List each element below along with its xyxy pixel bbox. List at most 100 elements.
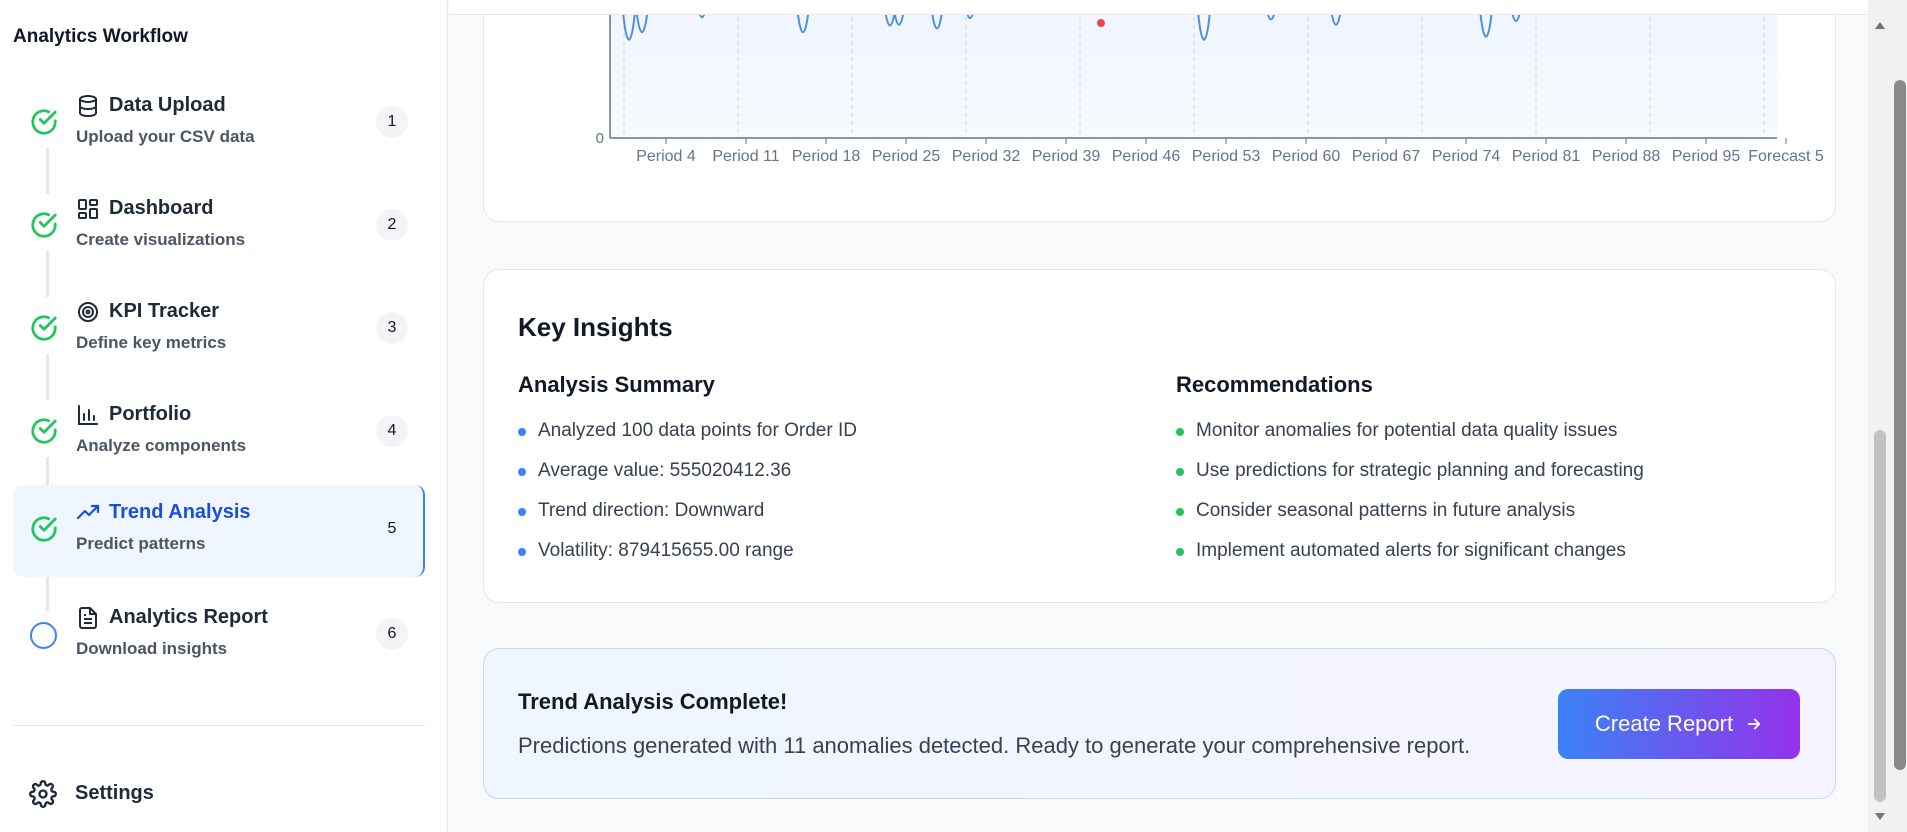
bullet-dot xyxy=(518,428,526,436)
arrow-right-icon xyxy=(1747,718,1761,730)
scrollbar-thumb[interactable] xyxy=(1894,80,1906,770)
step-title: KPI Tracker xyxy=(109,300,220,322)
file-text-icon xyxy=(79,607,97,629)
scrollbar-thumb-lower[interactable] xyxy=(1874,430,1886,802)
bullet-dot xyxy=(1176,468,1184,476)
x-tick-label: Period 39 xyxy=(1032,148,1101,165)
x-tick-label: Period 74 xyxy=(1432,148,1501,165)
trend-line-chart: 0 Period 4 Period 11 Period 18 Period 25 Per… xyxy=(596,0,1824,165)
scroll-down-arrow-icon[interactable] xyxy=(1874,812,1886,822)
step-number-badge: 3 xyxy=(376,312,408,344)
check-circle-icon xyxy=(31,109,57,135)
pending-circle-icon xyxy=(30,622,57,649)
x-axis-ticks: Period 4 Period 11 Period 18 Period 25 Perio… xyxy=(636,138,1824,165)
check-circle-icon xyxy=(31,516,57,542)
x-tick-label: Period 32 xyxy=(952,148,1021,165)
check-circle-icon xyxy=(31,212,57,238)
insights-title: Key Insights xyxy=(518,312,673,342)
step-subtitle: Create visualizations xyxy=(76,230,246,249)
dashboard-grid-icon xyxy=(78,199,98,219)
gear-icon xyxy=(29,780,57,808)
complete-message: Predictions generated with 11 anomalies … xyxy=(518,733,1471,758)
step-number-badge: 5 xyxy=(387,520,397,537)
list-item: Consider seasonal patterns in future ana… xyxy=(1176,500,1644,540)
step-title: Data Upload xyxy=(109,94,226,116)
create-report-button[interactable]: Create Report xyxy=(1558,689,1800,759)
bullet-dot xyxy=(518,508,526,516)
create-report-label: Create Report xyxy=(1594,711,1734,736)
step-title: Dashboard xyxy=(109,197,214,219)
recommendation-text: Implement automated alerts for significa… xyxy=(1196,540,1626,561)
trending-up-icon xyxy=(76,504,100,520)
key-insights-card: Key Insights Analysis Summary Analyzed 1… xyxy=(483,269,1836,603)
x-tick-label: Period 46 xyxy=(1112,148,1181,165)
main-content: 0 Period 4 Period 11 Period 18 Period 25 Per… xyxy=(449,0,1868,832)
analysis-summary-title: Analysis Summary xyxy=(518,372,715,397)
step-analytics-report[interactable]: Analytics Report Download insights 6 xyxy=(13,590,425,682)
step-data-upload[interactable]: Data Upload Upload your CSV data 1 xyxy=(13,78,425,170)
step-number-badge: 6 xyxy=(376,618,408,650)
x-tick-label: Period 25 xyxy=(872,148,941,165)
sidebar: Analytics Workflow Data Upload Upload yo… xyxy=(0,0,448,832)
step-subtitle: Upload your CSV data xyxy=(76,127,255,146)
summary-text: Average value: 555020412.36 xyxy=(538,460,792,481)
list-item: Monitor anomalies for potential data qua… xyxy=(1176,420,1644,460)
step-subtitle: Predict patterns xyxy=(76,534,206,553)
list-item: Use predictions for strategic planning a… xyxy=(1176,460,1644,500)
recommendation-text: Use predictions for strategic planning a… xyxy=(1196,460,1644,481)
sidebar-divider xyxy=(13,725,425,726)
x-tick-label: Period 11 xyxy=(712,148,779,165)
step-portfolio[interactable]: Portfolio Analyze components 4 xyxy=(13,387,425,479)
step-kpi-tracker[interactable]: KPI Tracker Define key metrics 3 xyxy=(13,284,425,376)
step-title: Trend Analysis xyxy=(109,501,251,523)
x-tick-label: Period 81 xyxy=(1512,148,1581,165)
sidebar-title: Analytics Workflow xyxy=(13,26,188,47)
bullet-dot xyxy=(518,468,526,476)
list-item: Average value: 555020412.36 xyxy=(518,460,857,500)
x-tick-label: Forecast 5 xyxy=(1748,148,1824,165)
list-item: Implement automated alerts for significa… xyxy=(1176,540,1644,580)
settings-label: Settings xyxy=(75,782,154,804)
x-tick-label: Period 95 xyxy=(1672,148,1741,165)
complete-title: Trend Analysis Complete! xyxy=(518,689,788,714)
recommendations-list: Monitor anomalies for potential data qua… xyxy=(1176,420,1644,580)
list-item: Trend direction: Downward xyxy=(518,500,857,540)
bullet-dot xyxy=(1176,548,1184,556)
recommendation-text: Consider seasonal patterns in future ana… xyxy=(1196,500,1576,521)
list-item: Volatility: 879415655.00 range xyxy=(518,540,857,580)
step-number-badge: 1 xyxy=(376,106,408,138)
summary-text: Analyzed 100 data points for Order ID xyxy=(538,420,857,441)
target-icon xyxy=(78,302,98,322)
step-trend-analysis[interactable]: Trend Analysis Predict patterns 5 xyxy=(13,485,425,577)
bullet-dot xyxy=(518,548,526,556)
top-header-bar xyxy=(449,0,1868,15)
step-subtitle: Analyze components xyxy=(76,436,247,455)
step-title: Portfolio xyxy=(109,403,192,425)
step-number-badge: 2 xyxy=(376,209,408,241)
x-tick-label: Period 18 xyxy=(792,148,861,165)
database-icon xyxy=(79,95,97,118)
analysis-summary-list: Analyzed 100 data points for Order ID Av… xyxy=(518,420,857,580)
step-dashboard[interactable]: Dashboard Create visualizations 2 xyxy=(13,181,425,273)
x-tick-label: Period 60 xyxy=(1272,148,1341,165)
step-subtitle: Download insights xyxy=(76,639,228,658)
bar-chart-icon xyxy=(78,405,98,425)
step-title: Analytics Report xyxy=(109,606,268,628)
recommendation-text: Monitor anomalies for potential data qua… xyxy=(1196,420,1618,441)
trend-chart-card: 0 Period 4 Period 11 Period 18 Period 25 Per… xyxy=(483,0,1836,222)
summary-text: Volatility: 879415655.00 range xyxy=(538,540,794,561)
x-tick-label: Period 53 xyxy=(1192,148,1261,165)
check-circle-icon xyxy=(31,315,57,341)
recommendations-title: Recommendations xyxy=(1176,372,1373,397)
step-number-badge: 4 xyxy=(376,415,408,447)
x-tick-label: Period 4 xyxy=(636,148,696,165)
step-subtitle: Define key metrics xyxy=(76,333,227,352)
scroll-up-arrow-icon[interactable] xyxy=(1874,20,1886,30)
y-tick-label: 0 xyxy=(596,130,604,147)
anomaly-point[interactable] xyxy=(1097,19,1105,27)
summary-text: Trend direction: Downward xyxy=(538,500,765,521)
settings-link[interactable]: Settings xyxy=(13,774,425,814)
bullet-dot xyxy=(1176,508,1184,516)
x-tick-label: Period 88 xyxy=(1592,148,1661,165)
x-tick-label: Period 67 xyxy=(1352,148,1421,165)
